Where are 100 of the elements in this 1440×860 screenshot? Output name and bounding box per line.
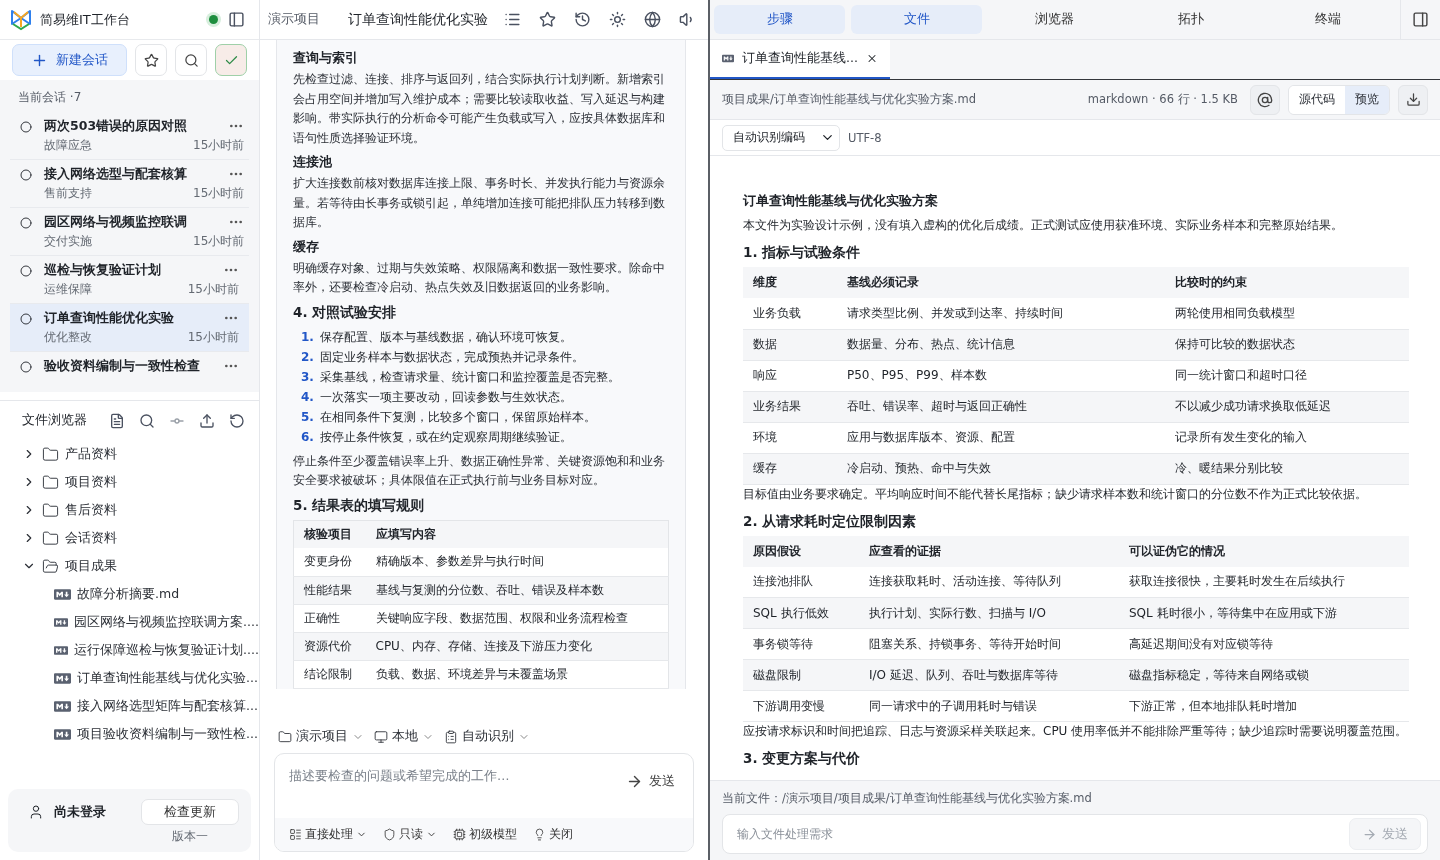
language-button[interactable]	[642, 9, 663, 30]
chip-icon	[453, 828, 466, 841]
column-header: 可以证伪它的情况	[1119, 535, 1409, 567]
selector-dropdown[interactable]: 本地	[374, 728, 434, 745]
session-item[interactable]: 订单查询性能优化实验 优化整改 15小时前	[10, 304, 249, 352]
mention-button[interactable]	[1250, 84, 1280, 115]
paragraph: 应按请求标识和时间把追踪、日志与资源采样关联起来。CPU 使用率低并不能排除严重等待；缺少追踪时需要说明覆盖范围。	[743, 723, 1409, 740]
table-cell: 精确版本、参数差异与执行时间	[365, 548, 669, 576]
theme-button[interactable]	[607, 9, 628, 30]
section-label: 当前会话 ·7	[17, 89, 83, 106]
folder-icon	[42, 529, 59, 547]
column-header: 比较时的约束	[1165, 267, 1409, 298]
session-item[interactable]: 接入网络选型与配套核算 售前支持 15小时前	[10, 160, 249, 208]
sidebar-toggle-button[interactable]	[226, 9, 247, 30]
panel-tab[interactable]: 文件	[851, 5, 983, 34]
file-item[interactable]: 订单查询性能基线与优化实验...	[0, 664, 259, 692]
download-button[interactable]	[1398, 84, 1428, 115]
history-button[interactable]	[572, 9, 593, 30]
circle-icon	[20, 313, 32, 325]
favorite-button[interactable]	[135, 44, 167, 76]
table-cell: 下游正常，但本地排队耗时增加	[1119, 690, 1409, 722]
selector-dropdown[interactable]: 自动识别	[444, 728, 530, 745]
search-button[interactable]	[175, 44, 207, 76]
folder-item[interactable]: 售后资料	[0, 496, 259, 524]
column-header: 核验项目	[293, 520, 366, 548]
column-header: 维度	[743, 267, 837, 298]
refresh-icon	[229, 412, 245, 429]
option-dropdown[interactable]: 直接处理	[289, 826, 367, 843]
list-item-text: 采集基线，检查请求量、统计窗口和监控覆盖是否完整。	[319, 368, 620, 386]
breadcrumb-link[interactable]: 演示项目	[268, 11, 320, 28]
session-item[interactable]: 验收资料编制与一致性检查	[10, 352, 249, 392]
table-cell: 高延迟期间没有对应锁等待	[1119, 628, 1409, 660]
list-number: 1.	[301, 328, 314, 346]
arrow-right-icon	[1362, 826, 1377, 842]
paragraph: 扩大连接数前核对数据库连接上限、事务时长、并发执行能力与资源余量。若等待由长事务或锁引起，单纯增加连接可能把排队压力转移到数据库。	[293, 175, 666, 231]
encoding-select[interactable]: 自动识别编码	[722, 124, 840, 151]
panel-title: 文件浏览器	[22, 412, 88, 429]
folder-item[interactable]: 产品资料	[0, 440, 259, 468]
table-cell: 基线与复测的分位数、吞吐、错误及样本数	[365, 576, 669, 604]
table-cell: 不以减少成功请求换取低延迟	[1165, 391, 1409, 422]
table-cell: 吞吐、错误率、超时与返回正确性	[837, 391, 1165, 422]
file-item[interactable]: 故障分析摘要.md	[0, 580, 259, 608]
table-cell: 数据量、分布、热点、统计信息	[837, 329, 1165, 360]
folder-item[interactable]: 项目成果	[0, 552, 259, 580]
favorite-button[interactable]	[537, 9, 558, 30]
panel-tab[interactable]: 浏览器	[988, 5, 1120, 34]
view-toggle[interactable]: 预览	[1345, 85, 1389, 114]
table-cell: 应用与数据库版本、资源、配置	[837, 422, 1165, 453]
panel-tab[interactable]: 拓扑	[1125, 5, 1257, 34]
subheading: 查询与索引	[293, 50, 359, 67]
file-tab[interactable]: 订单查询性能基线...	[710, 40, 890, 79]
at-sign-icon	[1257, 91, 1273, 108]
list-item-text: 一次落实一项主要改动，回读参数与生效状态。	[319, 388, 572, 406]
folder-icon	[42, 501, 59, 519]
folder-icon	[42, 557, 59, 575]
folder-item[interactable]: 会话资料	[0, 524, 259, 552]
table-cell: 正确性	[293, 604, 366, 632]
option-dropdown[interactable]: 关闭	[533, 826, 573, 843]
session-item[interactable]: 两次503错误的原因对照 故障应急 15小时前	[10, 112, 249, 160]
document-icon	[109, 412, 125, 429]
send-button[interactable]: 发送	[620, 766, 681, 796]
table-cell: 连接池排队	[743, 566, 859, 598]
view-toggle[interactable]: 源代码	[1289, 85, 1345, 114]
table-cell: 连接获取耗时、活动连接、等待队列	[859, 566, 1119, 598]
table-cell: 磁盘限制	[743, 659, 859, 691]
file-item[interactable]: 园区网络与视频监控联调方案....	[0, 608, 259, 636]
panel-tab[interactable]: 步骤	[714, 5, 846, 34]
list-number: 5.	[301, 408, 314, 426]
table-cell: 业务负载	[743, 298, 837, 329]
star-icon	[539, 11, 556, 28]
column-header: 基线必须记录	[837, 267, 1165, 298]
table-cell: 下游调用变慢	[743, 690, 859, 722]
folder-item[interactable]: 项目资料	[0, 468, 259, 496]
panel-icon	[1412, 11, 1429, 28]
panel-tab[interactable]: 终端	[1262, 5, 1394, 34]
download-icon	[1405, 92, 1421, 107]
globe-icon	[644, 11, 661, 28]
star-icon	[143, 52, 159, 68]
option-dropdown[interactable]: 初级模型	[453, 826, 517, 843]
paragraph: 本文件为实验设计示例，没有填入虚构的优化后成绩。正式测试应使用获准环境、实际业务样本和完整原始结果。	[743, 217, 1344, 234]
table-cell: SQL 耗时很小，等待集中在应用或下游	[1119, 597, 1409, 629]
column-header: 原因假设	[743, 535, 859, 567]
circle-icon	[20, 361, 32, 373]
file-item[interactable]: 接入网络选型矩阵与配套核算...	[0, 692, 259, 720]
table-cell: 事务锁等待	[743, 628, 859, 660]
table-cell: 缓存	[743, 453, 837, 484]
file-item[interactable]: 项目验收资料编制与一致性检...	[0, 720, 259, 748]
session-item[interactable]: 园区网络与视频监控联调 交付实施 15小时前	[10, 208, 249, 256]
option-dropdown[interactable]: 只读	[383, 826, 437, 843]
panel-icon	[228, 11, 245, 28]
check-update-button[interactable]: 检查更新	[141, 799, 239, 825]
table-cell: 请求类型比例、并发或到达率、持续时间	[837, 298, 1165, 329]
selector-dropdown[interactable]: 演示项目	[278, 728, 364, 745]
version-label: 版本一	[171, 829, 209, 844]
section-heading: 3. 变更方案与代价	[743, 750, 862, 768]
lightbulb-icon	[533, 828, 546, 841]
message-field[interactable]: 描述要检查的问题或希望完成的工作… 发送 直接处理 只读 初级模型 关闭	[274, 753, 694, 852]
file-item[interactable]: 运行保障巡检与恢复验证计划....	[0, 636, 259, 664]
history-icon	[574, 11, 591, 28]
new-chat-button[interactable]: 新建会话	[12, 44, 127, 76]
